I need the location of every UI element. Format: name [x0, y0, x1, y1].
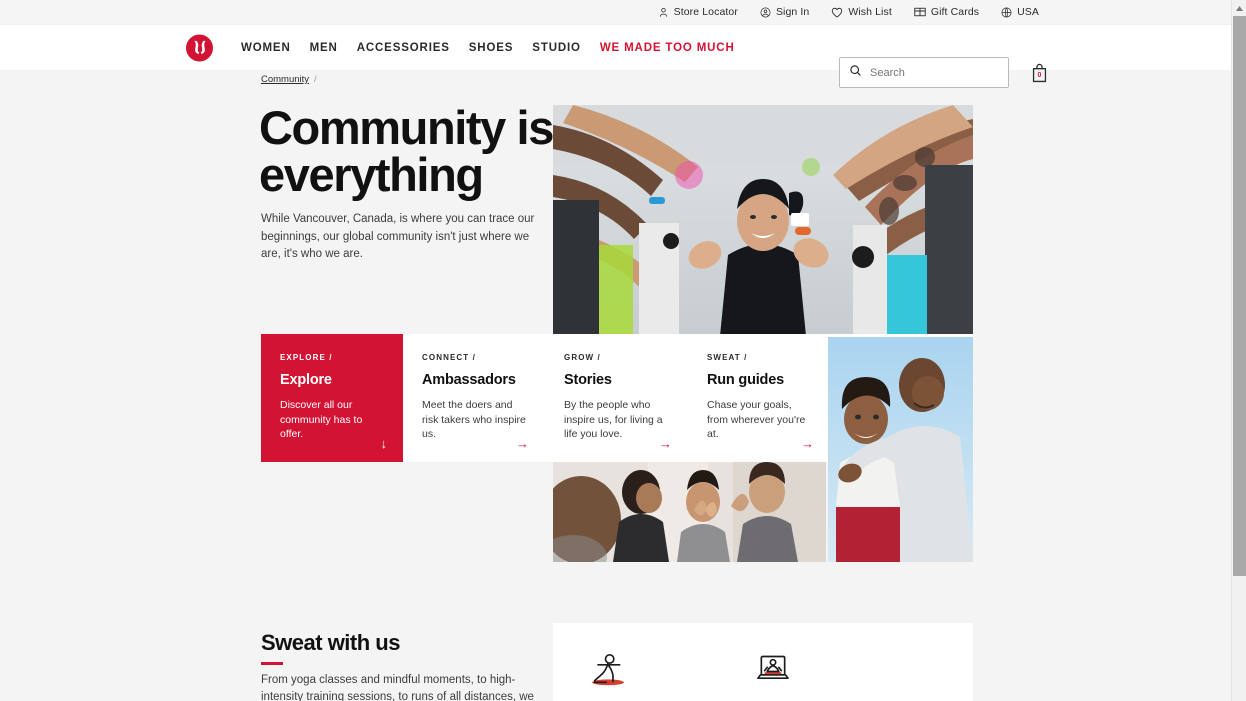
nav-item-accessories[interactable]: ACCESSORIES [357, 42, 469, 54]
breadcrumb-item-community[interactable]: Community [261, 74, 309, 85]
card-eyebrow-label: CONNECT [422, 353, 470, 362]
sweat-section-title: Sweat with us [261, 630, 400, 655]
hero-image [553, 105, 973, 336]
card-title: Ambassadors [422, 372, 516, 388]
sweat-title-rule [261, 662, 283, 665]
card-description: By the people who inspire us, for living… [564, 399, 663, 440]
category-card-stories[interactable]: GROW / Stories By the people who inspire… [545, 334, 688, 462]
card-eyebrow-separator: / [329, 353, 333, 362]
laptop-meditation-icon[interactable] [753, 649, 793, 694]
utility-label: Gift Cards [930, 6, 980, 18]
utility-label: Wish List [848, 6, 892, 18]
card-eyebrow-separator: / [744, 353, 748, 362]
card-eyebrow-label: EXPLORE [280, 353, 326, 362]
card-title: Run guides [707, 372, 784, 388]
gift-card-icon [914, 7, 926, 17]
utility-bar: Store Locator Sign In Wish List Gift Car… [0, 0, 1246, 25]
card-title: Explore [280, 372, 332, 388]
utility-item-wish-list[interactable]: Wish List [831, 6, 892, 18]
search-input[interactable] [870, 66, 1000, 79]
scroll-up-arrow-icon[interactable] [1232, 0, 1246, 16]
card-eyebrow: CONNECT / [422, 353, 529, 362]
utility-label: USA [1017, 6, 1039, 18]
card-arrow-right-icon[interactable]: → [801, 437, 814, 450]
cart-count-badge: 0 [1037, 71, 1042, 79]
yoga-pose-icon[interactable] [588, 649, 628, 694]
yoga-class-image [553, 462, 826, 562]
utility-item-sign-in[interactable]: Sign In [760, 6, 809, 18]
sweat-options-card [553, 623, 973, 701]
card-description: Chase your goals, from wherever you're a… [707, 399, 806, 440]
nav-item-we-made-too-much[interactable]: WE MADE TOO MUCH [600, 42, 754, 54]
sweat-section-description: From yoga classes and mindful moments, t… [261, 674, 534, 701]
card-title: Stories [564, 372, 612, 388]
store-locator-icon [658, 7, 669, 18]
card-description: Discover all our community has to offer. [280, 399, 363, 440]
search-icon [849, 64, 862, 82]
nav-item-women[interactable]: WOMEN [241, 42, 310, 54]
utility-item-gift-cards[interactable]: Gift Cards [914, 6, 979, 18]
card-arrow-right-icon[interactable]: → [516, 437, 529, 450]
card-eyebrow: EXPLORE / [280, 353, 387, 362]
card-arrow-right-icon[interactable]: → [659, 437, 672, 450]
card-arrow-down-icon[interactable]: ↓ [381, 437, 388, 450]
main-header: WOMEN MEN ACCESSORIES SHOES STUDIO WE MA… [0, 25, 1246, 88]
cart-button[interactable]: 0 [1031, 62, 1048, 88]
heart-icon [831, 7, 843, 18]
card-eyebrow-label: SWEAT [707, 353, 741, 362]
breadcrumb: Community / [261, 74, 317, 85]
card-description: Meet the doers and risk takers who inspi… [422, 399, 526, 440]
category-card-explore[interactable]: EXPLORE / Explore Discover all our commu… [261, 334, 403, 462]
primary-nav: WOMEN MEN ACCESSORIES SHOES STUDIO WE MA… [241, 42, 754, 54]
utility-item-region[interactable]: USA [1001, 6, 1039, 18]
scrollbar-thumb[interactable] [1233, 16, 1246, 576]
utility-label: Store Locator [673, 6, 738, 18]
search-box[interactable] [839, 57, 1009, 88]
page-scrollbar[interactable] [1231, 0, 1246, 701]
nav-item-shoes[interactable]: SHOES [469, 42, 533, 54]
category-card-run-guides[interactable]: SWEAT / Run guides Chase your goals, fro… [688, 334, 830, 462]
card-eyebrow: GROW / [564, 353, 672, 362]
card-eyebrow: SWEAT / [707, 353, 814, 362]
card-eyebrow-label: GROW [564, 353, 595, 362]
globe-icon [1001, 7, 1012, 18]
nav-item-studio[interactable]: STUDIO [532, 42, 600, 54]
card-eyebrow-separator: / [472, 353, 476, 362]
user-circle-icon [760, 7, 771, 18]
nav-item-men[interactable]: MEN [310, 42, 357, 54]
utility-item-store-locator[interactable]: Store Locator [658, 6, 738, 18]
utility-label: Sign In [775, 6, 810, 18]
lululemon-logo[interactable] [186, 34, 213, 61]
card-eyebrow-separator: / [597, 353, 601, 362]
couple-image [828, 337, 973, 562]
category-card-ambassadors[interactable]: CONNECT / Ambassadors Meet the doers and… [403, 334, 545, 462]
hero-description: While Vancouver, Canada, is where you ca… [261, 213, 535, 260]
page-root: Store Locator Sign In Wish List Gift Car… [0, 0, 1246, 701]
breadcrumb-separator: / [314, 74, 317, 85]
page-title: Community is everything [259, 101, 554, 201]
